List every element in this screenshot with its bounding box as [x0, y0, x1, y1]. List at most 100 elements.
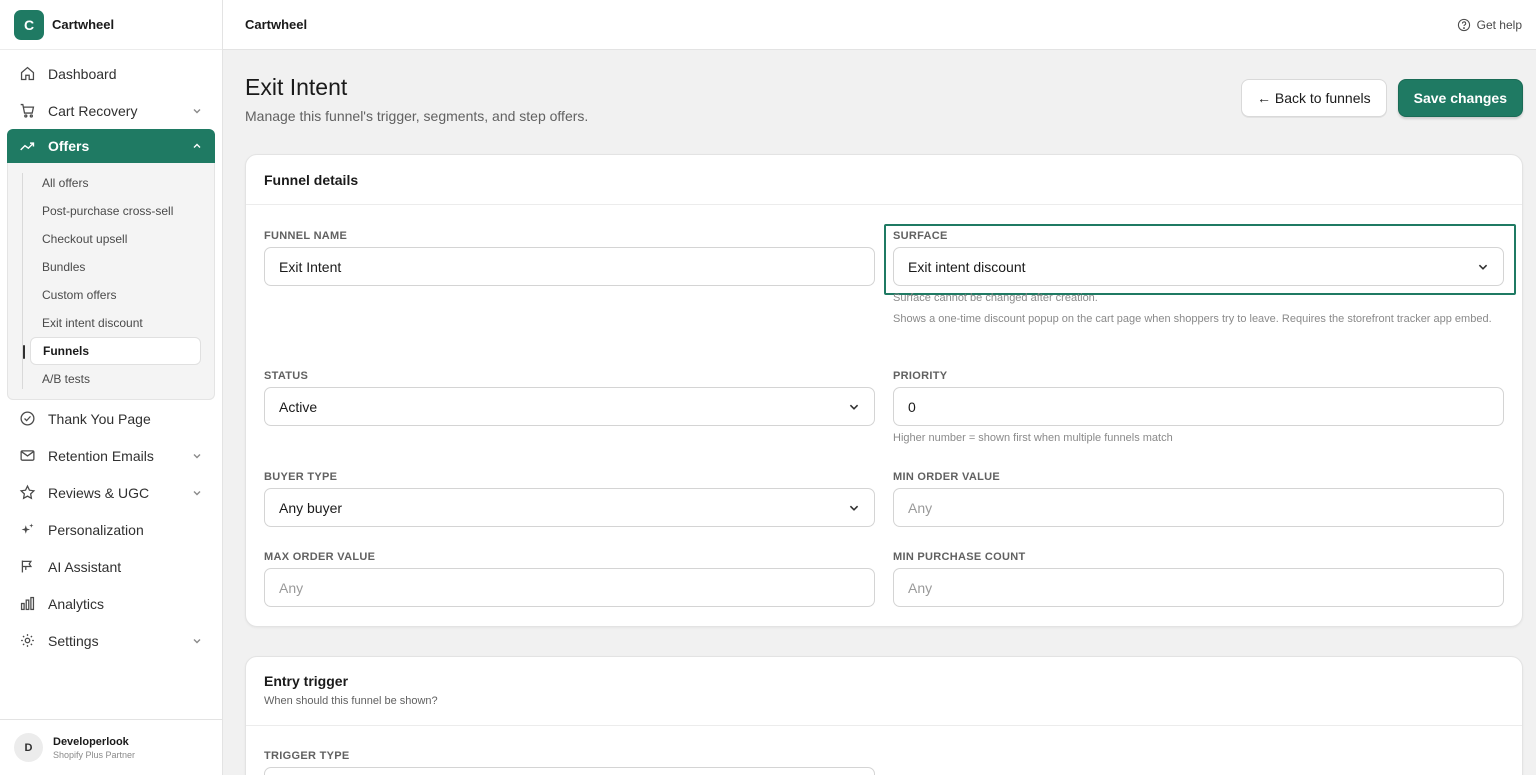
nav-dashboard[interactable]: Dashboard — [0, 55, 222, 92]
buyer-type-select[interactable]: Any buyer — [264, 488, 875, 527]
priority-label: PRIORITY — [893, 370, 948, 382]
min-purchase-label: MIN PURCHASE COUNT — [893, 551, 1026, 563]
nav-retention-label: Retention Emails — [48, 447, 154, 464]
buyer-type-label: BUYER TYPE — [264, 471, 338, 483]
subnav-funnels[interactable]: Funnels — [23, 337, 201, 365]
funnel-details-title: Funnel details — [246, 155, 1522, 205]
chevron-down-icon — [849, 505, 859, 511]
nav-cart-recovery[interactable]: Cart Recovery — [0, 92, 222, 129]
priority-input[interactable]: 0 — [893, 387, 1504, 426]
entry-trigger-form: TRIGGER TYPE — [246, 726, 1522, 775]
get-help-link[interactable]: Get help — [1457, 18, 1522, 32]
nav-reviews[interactable]: Reviews & UGC — [0, 474, 222, 511]
surface-field: SURFACE Exit intent discount Surface can… — [893, 230, 1504, 327]
nav-thank-you-label: Thank You Page — [48, 410, 151, 427]
subnav-custom-offers[interactable]: Custom offers — [30, 281, 201, 309]
subnav-post-purchase[interactable]: Post-purchase cross-sell — [30, 197, 201, 225]
priority-field: PRIORITY 0 Higher number = shown first w… — [893, 370, 1504, 446]
page-subtitle: Manage this funnel's trigger, segments, … — [245, 108, 589, 124]
entry-trigger-title: Entry trigger — [264, 673, 349, 689]
subnav-bundles[interactable]: Bundles — [30, 253, 201, 281]
chevron-down-icon — [1478, 264, 1488, 270]
chevron-down-icon — [849, 404, 859, 410]
status-select[interactable]: Active — [264, 387, 875, 426]
home-icon — [18, 65, 36, 83]
min-order-field: MIN ORDER VALUE Any — [893, 471, 1504, 527]
save-changes-button[interactable]: Save changes — [1397, 79, 1523, 117]
min-order-input[interactable]: Any — [893, 488, 1504, 527]
account-text: Developerlook Shopify Plus Partner — [53, 736, 135, 760]
funnel-details-card: Funnel details FUNNEL NAME Exit Intent S… — [245, 154, 1523, 627]
min-purchase-field: MIN PURCHASE COUNT Any — [893, 551, 1504, 607]
nav-ai-assistant[interactable]: AI Assistant — [0, 548, 222, 585]
back-to-funnels-button[interactable]: ← Back to funnels — [1240, 79, 1387, 117]
nav-personalization-label: Personalization — [48, 521, 144, 538]
nav-analytics[interactable]: Analytics — [0, 585, 222, 622]
funnel-details-form: FUNNEL NAME Exit Intent SURFACE Exit int… — [246, 205, 1522, 626]
trigger-type-select[interactable] — [264, 767, 875, 775]
nav-thank-you[interactable]: Thank You Page — [0, 400, 222, 437]
nav-analytics-label: Analytics — [48, 595, 105, 612]
mail-icon — [18, 447, 36, 465]
subnav-checkout-upsell[interactable]: Checkout upsell — [30, 225, 201, 253]
min-purchase-input[interactable]: Any — [893, 568, 1504, 607]
cart-icon — [18, 102, 36, 120]
chevron-down-icon — [193, 453, 201, 458]
nav-retention[interactable]: Retention Emails — [0, 437, 222, 474]
buyer-type-value: Any buyer — [279, 499, 343, 516]
entry-trigger-header: Entry trigger When should this funnel be… — [246, 657, 1522, 726]
surface-description: Shows a one-time discount popup on the c… — [893, 313, 1492, 325]
nav-settings-label: Settings — [48, 632, 99, 649]
max-order-label: MAX ORDER VALUE — [264, 551, 376, 563]
surface-hint: Surface cannot be changed after creation… — [893, 292, 1098, 304]
gear-icon — [18, 632, 36, 650]
brand[interactable]: C Cartwheel — [0, 0, 222, 50]
trending-up-icon — [18, 137, 36, 155]
nav-reviews-label: Reviews & UGC — [48, 484, 150, 501]
help-icon — [1457, 18, 1470, 31]
offers-subnav: All offers Post-purchase cross-sell Chec… — [7, 163, 215, 400]
funnel-name-field: FUNNEL NAME Exit Intent — [264, 230, 875, 286]
chevron-up-icon — [193, 143, 201, 148]
ai-assistant-icon — [18, 558, 36, 576]
subnav-all-offers[interactable]: All offers — [30, 169, 201, 197]
avatar: D — [14, 733, 43, 762]
surface-value: Exit intent discount — [908, 258, 1026, 275]
status-label: STATUS — [264, 370, 309, 382]
nav-settings[interactable]: Settings — [0, 622, 222, 659]
max-order-input[interactable]: Any — [264, 568, 875, 607]
main-nav: Dashboard Cart Recovery Offers All offer… — [0, 55, 222, 659]
nav-offers[interactable]: Offers — [7, 129, 215, 163]
get-help-label: Get help — [1476, 17, 1522, 32]
check-circle-icon — [18, 410, 36, 428]
trigger-type-label: TRIGGER TYPE — [264, 750, 350, 762]
surface-label: SURFACE — [893, 230, 948, 242]
nav-personalization[interactable]: Personalization — [0, 511, 222, 548]
max-order-field: MAX ORDER VALUE Any — [264, 551, 875, 607]
star-icon — [18, 484, 36, 502]
priority-hint: Higher number = shown first when multipl… — [893, 432, 1173, 444]
topbar-title: Cartwheel — [245, 17, 308, 32]
funnel-name-label: FUNNEL NAME — [264, 230, 348, 242]
bar-chart-icon — [18, 595, 36, 613]
sparkle-icon — [18, 521, 36, 539]
account-name: Developerlook — [53, 735, 129, 748]
nav-dashboard-label: Dashboard — [48, 65, 117, 82]
nav-ai-assistant-label: AI Assistant — [48, 558, 122, 575]
chevron-down-icon — [193, 108, 201, 113]
chevron-down-icon — [193, 638, 201, 643]
entry-trigger-card: Entry trigger When should this funnel be… — [245, 656, 1523, 775]
min-order-label: MIN ORDER VALUE — [893, 471, 1000, 483]
nav-cart-recovery-label: Cart Recovery — [48, 102, 138, 119]
subnav-ab-tests[interactable]: A/B tests — [30, 365, 201, 393]
subnav-exit-intent[interactable]: Exit intent discount — [30, 309, 201, 337]
nav-offers-label: Offers — [48, 138, 90, 154]
chevron-down-icon — [193, 490, 201, 495]
surface-select[interactable]: Exit intent discount — [893, 247, 1504, 286]
app-name: Cartwheel — [52, 17, 115, 32]
main-content: Exit Intent Manage this funnel's trigger… — [223, 50, 1536, 775]
funnel-name-input[interactable]: Exit Intent — [264, 247, 875, 286]
account-menu[interactable]: D Developerlook Shopify Plus Partner — [0, 719, 222, 775]
buyer-type-field: BUYER TYPE Any buyer — [264, 471, 875, 527]
account-role: Shopify Plus Partner — [53, 749, 136, 760]
